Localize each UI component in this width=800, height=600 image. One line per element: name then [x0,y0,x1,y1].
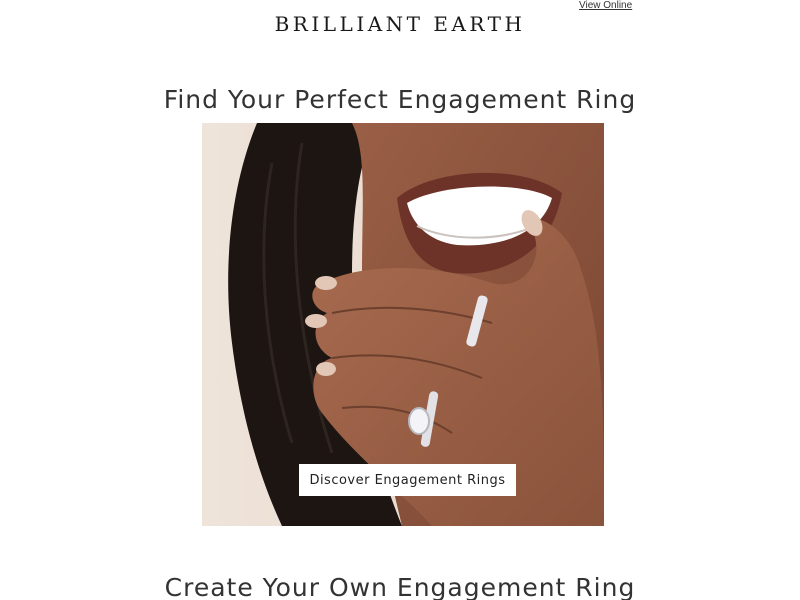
discover-engagement-rings-button[interactable]: Discover Engagement Rings [299,464,516,496]
hero-image[interactable]: Discover Engagement Rings [202,123,604,526]
brand-logo[interactable]: BRILLIANT EARTH [0,12,800,36]
view-online-link[interactable]: View Online [579,0,632,11]
section-title: Create Your Own Engagement Ring [164,572,636,600]
hero-title: Find Your Perfect Engagement Ring [163,84,637,114]
